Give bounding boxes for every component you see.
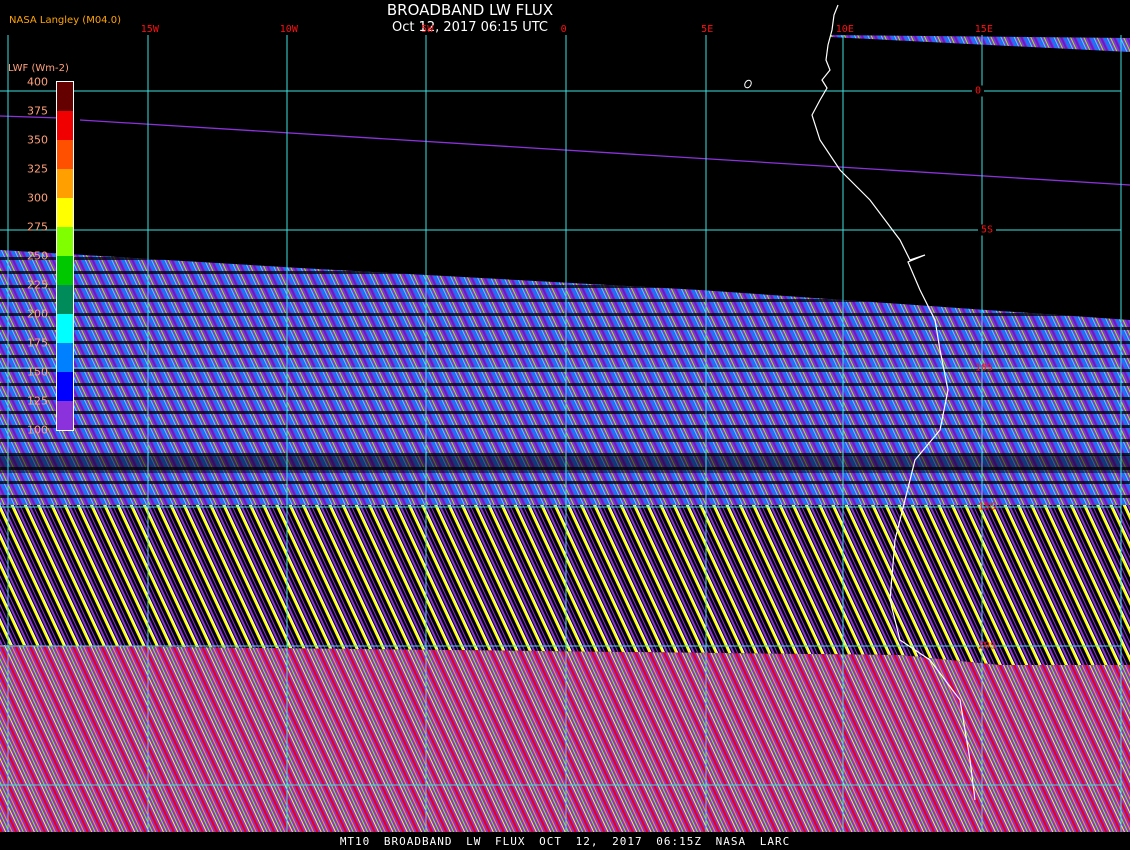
lat-label-20s: 20S	[978, 640, 997, 652]
colorbar-tick-label: 400	[27, 75, 48, 89]
colorbar-bin	[57, 285, 73, 314]
colorbar-tick-label: 325	[27, 162, 48, 176]
colorbar-tick-label: 225	[27, 278, 48, 292]
colorbar-tick-label: 350	[27, 133, 48, 147]
lon-label-10e: 10E	[835, 24, 854, 35]
lon-label-0: 0	[560, 24, 567, 35]
colorbar-bin	[57, 82, 73, 111]
colorbar-tick-label: 250	[27, 249, 48, 263]
lat-label-0: 0	[972, 85, 985, 97]
colorbar-bin	[57, 256, 73, 285]
footer-caption: MT10 BROADBAND LW FLUX OCT 12, 2017 06:1…	[0, 833, 1130, 850]
island-outline	[744, 79, 752, 89]
lon-label-5e: 5E	[701, 24, 714, 35]
satellite-swath	[0, 35, 1130, 832]
colorbar-tick-label: 125	[27, 394, 48, 408]
colorbar-tick-label: 175	[27, 336, 48, 350]
colorbar-bin	[57, 372, 73, 401]
colorbar-bin	[57, 111, 73, 140]
colorbar-bin	[57, 401, 73, 430]
colorbar	[56, 81, 74, 431]
colorbar-tick-label: 150	[27, 365, 48, 379]
lat-label-5s: 5S	[978, 224, 997, 236]
colorbar-tick-label: 375	[27, 104, 48, 118]
colorbar-bin	[57, 343, 73, 372]
map-title: BROADBAND LW FLUX	[386, 1, 554, 19]
lon-label-15w: 15W	[140, 24, 159, 35]
colorbar-bin	[57, 169, 73, 198]
source-label: NASA Langley (M04.0)	[9, 15, 121, 26]
colorbar-bin	[57, 198, 73, 227]
lat-label-15s: 15S	[978, 501, 997, 513]
satellite-flux-map	[0, 4, 1130, 832]
colorbar-bin	[57, 314, 73, 343]
colorbar-bin	[57, 227, 73, 256]
lat-label-10s: 10S	[975, 362, 994, 374]
colorbar-tick-label: 300	[27, 191, 48, 205]
colorbar-tick-label: 100	[27, 423, 48, 437]
colorbar-title: LWF (Wm-2)	[8, 63, 69, 74]
lon-label-15e: 15E	[974, 24, 993, 35]
orbit-track-line	[79, 119, 1130, 186]
colorbar-bin	[57, 140, 73, 169]
lon-label-5w: 5W	[421, 24, 434, 35]
colorbar-tick-label: 275	[27, 220, 48, 234]
lon-label-10w: 10W	[279, 24, 298, 35]
colorbar-tick-label: 200	[27, 307, 48, 321]
